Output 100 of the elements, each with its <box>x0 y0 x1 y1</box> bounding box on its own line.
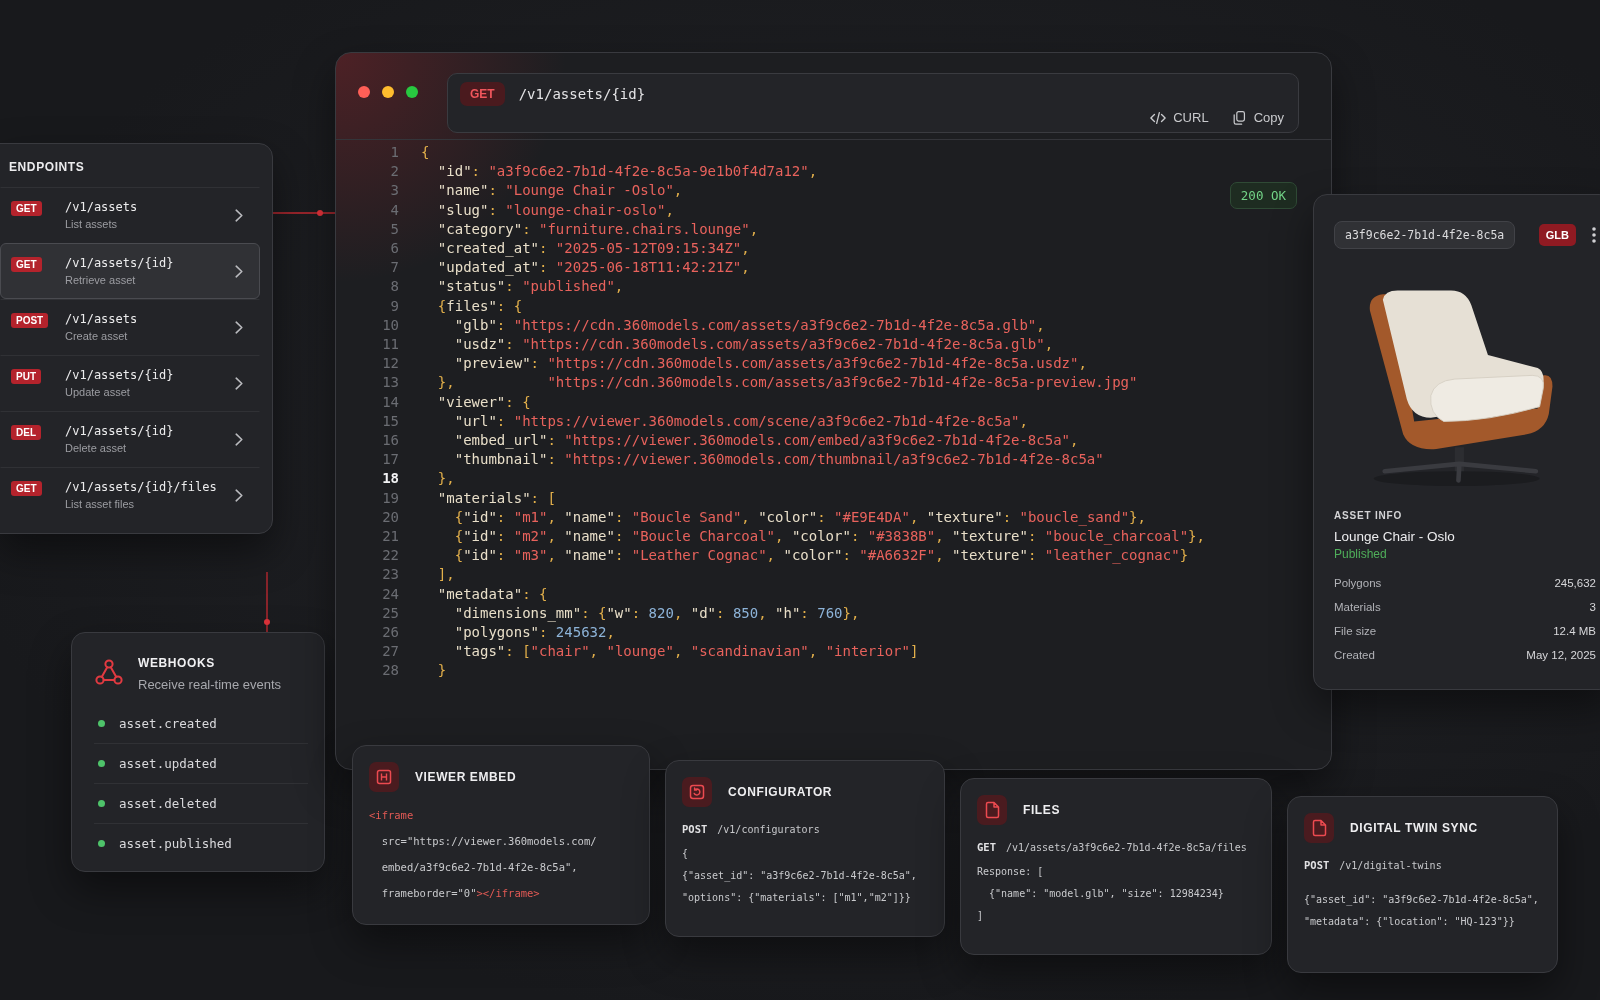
close-icon[interactable] <box>358 86 370 98</box>
endpoint-item[interactable]: PUT /v1/assets/{id} Update asset <box>0 355 260 411</box>
code-line: "embed_url": "https://viewer.360models.com/embed/a3f9c6e2-7b1d-4f2e-8c5a", <box>454 431 1079 451</box>
code-line: "category": "furniture.chairs.lounge", <box>437 219 759 239</box>
code-line: }, "https://cdn.360models.com/assets/a3f9c6e2-7b1d-4f2e-8c5a-preview.jpg" <box>437 373 1138 393</box>
code-line: {"id": "m1", "name": "Boucle Sand", "color": "#E9E4DA", "texture": "boucle_sand"}, <box>454 507 1146 528</box>
line-number: 28 <box>382 661 399 681</box>
line-number: 15 <box>382 411 399 431</box>
line-number: 11 <box>382 335 399 355</box>
line-number: 13 <box>382 373 399 393</box>
code-line: frameborder="0"></iframe> <box>381 886 540 901</box>
kebab-menu-icon[interactable] <box>1592 227 1596 243</box>
asset-name: Lounge Chair - Oslo <box>1334 529 1455 544</box>
line-number: 6 <box>390 239 399 258</box>
code-line: "thumbnail": "https://viewer.360models.com/thumbnail/a3f9c6e2-7b1d-4f2e-8c5a" <box>454 450 1104 470</box>
code-line: "updated_at": "2025-06-18T11:42:21Z", <box>437 258 750 278</box>
code-line: }, <box>437 469 455 489</box>
endpoint-item[interactable]: POST /v1/assets Create asset <box>0 299 260 355</box>
endpoint-description: List assets <box>65 218 117 230</box>
code-line: "status": "published", <box>437 277 624 297</box>
code-line: "polygons": 245632, <box>454 623 615 643</box>
code-line: {"id": "m2", "name": "Boucle Charcoal", "color": "#3838B", "texture": "boucle_charcoal"}, <box>454 527 1205 547</box>
endpoint-item[interactable]: GET /v1/assets/{id}/files List asset files <box>0 467 260 523</box>
request-path: /v1/assets/{id} <box>518 86 646 102</box>
method-badge: GET <box>11 201 42 216</box>
line-number: 5 <box>390 219 399 239</box>
event-name: asset.published <box>119 836 232 851</box>
line-number: 20 <box>382 507 399 527</box>
event-name: asset.created <box>119 716 217 731</box>
chevron-icon <box>235 264 243 278</box>
event-name: asset.deleted <box>119 796 217 811</box>
endpoint-description: Update asset <box>65 386 130 398</box>
card-title: FILES <box>1023 803 1060 817</box>
endpoint-description: Create asset <box>65 330 128 342</box>
endpoint-description: Retrieve asset <box>65 274 136 286</box>
detail-value: 245,632 <box>1554 577 1596 589</box>
code-line: Response: [ <box>977 865 1044 879</box>
chevron-icon <box>235 488 243 502</box>
line-number: 7 <box>390 258 399 278</box>
status-dot-icon <box>98 840 105 847</box>
chevron-icon <box>235 320 243 334</box>
endpoint-description: List asset files <box>65 498 135 510</box>
line-number: 12 <box>382 354 399 374</box>
line-number: 25 <box>382 603 399 623</box>
request-path: /v1/configurators <box>717 824 820 835</box>
method-badge: GET <box>11 481 42 496</box>
line-number: 18 <box>382 469 399 489</box>
section-title: ASSET INFO <box>1334 510 1402 521</box>
document-icon <box>977 795 1007 825</box>
code-line: <iframe <box>369 808 414 823</box>
code-line: {"id": "m3", "name": "Leather Cognac", "color": "#A6632F", "texture": "leather_cognac"} <box>454 546 1189 566</box>
chevron-icon <box>235 432 243 446</box>
code-line: "name": "Lounge Chair -Oslo", <box>437 181 683 201</box>
code-line: "materials": [ <box>437 488 556 508</box>
line-number: 8 <box>390 277 399 297</box>
code-line: "usdz": "https://cdn.360models.com/assets/a3f9c6e2-7b1d-4f2e-8c5a.glb", <box>454 335 1054 355</box>
code-line: {"asset_id": "a3f9c6e2-7b1d-4f2e-8c5a", <box>682 869 917 884</box>
detail-value: 12.4 MB <box>1553 625 1596 637</box>
code-line: "options": {"materials": ["m1","m2"]}} <box>682 891 911 905</box>
code-line: ], <box>437 565 455 585</box>
detail-label: Materials <box>1334 601 1381 613</box>
request-path: /v1/digital-twins <box>1339 860 1442 871</box>
line-number: 3 <box>390 181 399 201</box>
line-number: 24 <box>382 584 399 604</box>
endpoint-path: /v1/assets/{id} <box>65 424 174 438</box>
endpoint-item[interactable]: GET /v1/assets/{id} Retrieve asset <box>0 243 260 299</box>
request-path: /v1/assets/a3f9c6e2-7b1d-4f2e-8c5a/files <box>1005 842 1247 853</box>
detail-value: 3 <box>1589 601 1596 613</box>
line-number: 10 <box>382 315 399 335</box>
frame-icon <box>369 762 399 792</box>
code-line: "created_at": "2025-05-12T09:15:34Z", <box>437 239 750 259</box>
code-icon <box>1150 110 1167 125</box>
line-number: 1 <box>390 143 399 162</box>
request-method: POST <box>682 823 708 835</box>
endpoint-item[interactable]: DEL /v1/assets/{id} Delete asset <box>0 411 260 467</box>
code-line: {"asset_id": "a3f9c6e2-7b1d-4f2e-8c5a", <box>1304 893 1539 908</box>
method-badge: POST <box>11 313 49 328</box>
status-badge: 200 OK <box>1229 182 1297 209</box>
line-number: 14 <box>382 392 399 412</box>
copy-button[interactable]: Copy <box>1230 110 1284 125</box>
method-badge: GET <box>11 257 42 272</box>
panel-title: ENDPOINTS <box>9 160 85 174</box>
connector-line <box>264 572 270 633</box>
minimize-icon[interactable] <box>382 86 394 98</box>
curl-button[interactable]: CURL <box>1150 110 1209 125</box>
panel-subtitle: Receive real-time events <box>138 677 282 692</box>
request-method: POST <box>1304 859 1330 871</box>
card-title: VIEWER EMBED <box>415 770 517 784</box>
endpoint-description: Delete asset <box>65 442 127 454</box>
code-line: "tags": ["chair", "lounge", "scandinavian", "interior"] <box>454 642 919 662</box>
code-line: embed/a3f9c6e2-7b1d-4f2e-8c5a", <box>381 860 578 875</box>
endpoint-path: /v1/assets/{id} <box>65 368 174 382</box>
line-number: 17 <box>382 450 399 470</box>
format-badge: GLB <box>1538 224 1576 246</box>
status-dot-icon <box>98 720 105 727</box>
box-icon <box>682 777 712 807</box>
maximize-icon[interactable] <box>406 86 418 98</box>
webhook-icon <box>94 657 124 687</box>
endpoint-path: /v1/assets/{id} <box>65 256 174 270</box>
code-line: "glb": "https://cdn.360models.com/assets/a3f9c6e2-7b1d-4f2e-8c5a.glb", <box>454 315 1045 335</box>
